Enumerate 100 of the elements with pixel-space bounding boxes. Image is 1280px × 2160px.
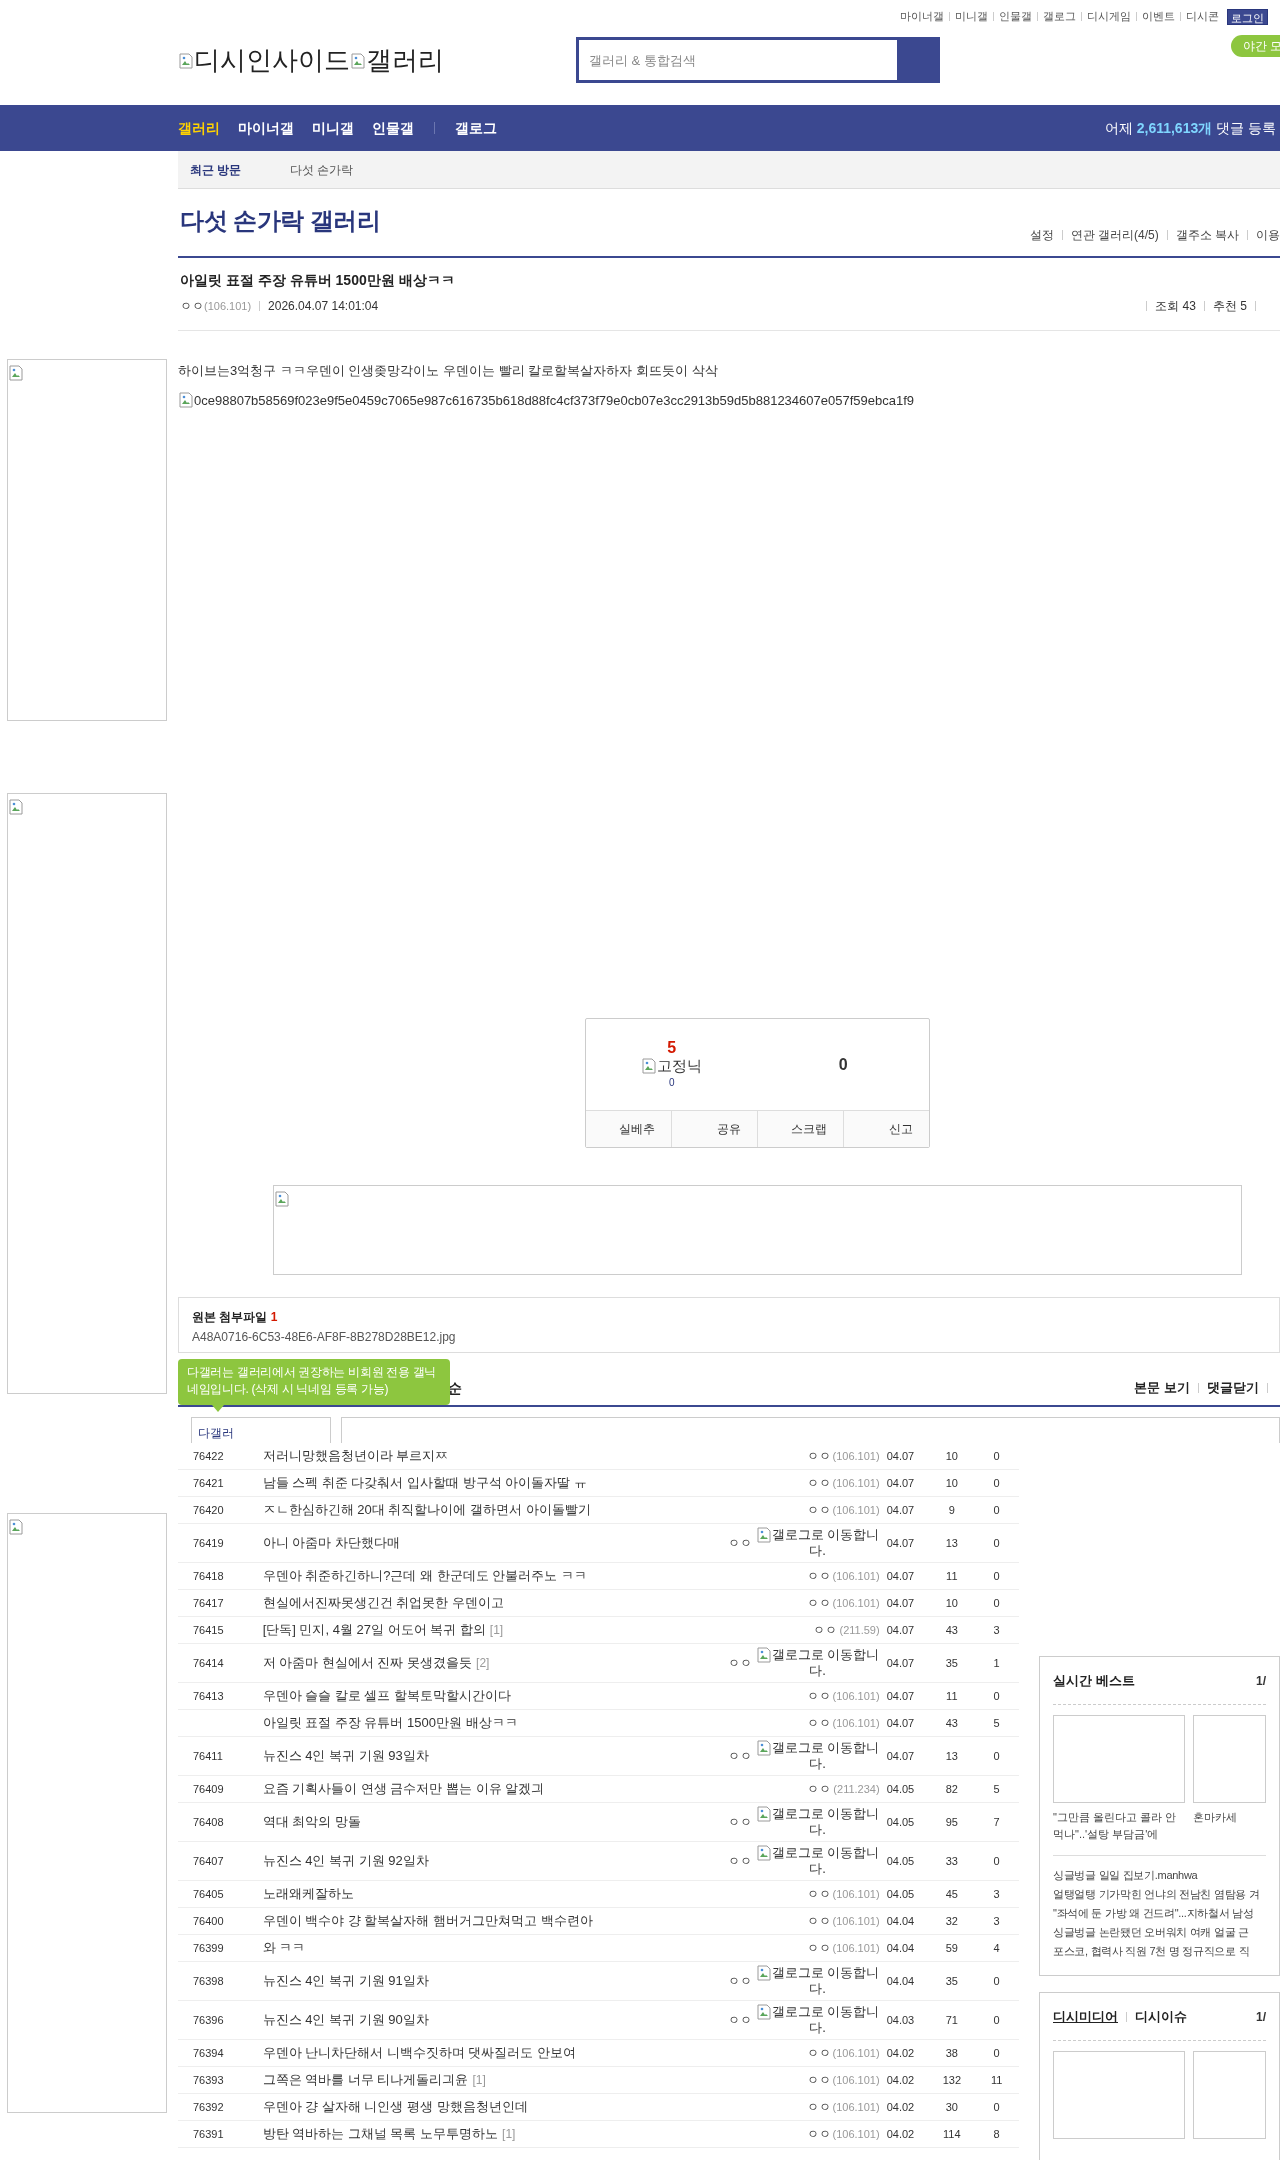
post-title-link[interactable]: 방탄 역바하는 그채널 목록 노무투명하노 [1] (262, 2124, 681, 2144)
panel-tab[interactable]: 디시이슈 (1135, 2006, 1187, 2027)
nav-tab[interactable]: 갤로그 (455, 117, 497, 139)
post-date: 04.04 (885, 1973, 916, 1989)
recommend-count: 5 (992, 1715, 1001, 1731)
post-title-link[interactable]: 노래왜케잘하노 (262, 1884, 681, 1904)
view-count: 13 (944, 1748, 959, 1764)
gallog-link[interactable]: 갤로그로 이동합니다. (755, 1739, 880, 1773)
post-title-link[interactable]: 뉴진스 4인 복귀 기원 91일차 (262, 1971, 681, 1991)
post-title-link[interactable]: 아일릿 표절 주장 유튜버 1500만원 배상ㅋㅋ (262, 1713, 681, 1733)
broken-image-icon (350, 52, 366, 69)
writer-name: ㅇㅇ (806, 2099, 831, 2116)
top-link[interactable]: 갤로그 (1043, 8, 1076, 25)
top-link[interactable]: 디시콘 (1186, 8, 1219, 25)
post-title-link[interactable]: 와 ㅋㅋ (262, 1938, 681, 1958)
post-title-link[interactable]: 우덴아 취준하긴하니?근데 왜 한군데도 안불러주노 ㅋㅋ (262, 1566, 681, 1586)
post-title-link[interactable]: ㅈㄴ한심하긴해 20대 취직할나이에 갤하면서 아이돌빨기 (262, 1500, 681, 1520)
recommend-count: 0 (992, 1568, 1001, 1584)
panel-tab[interactable]: 디시미디어 (1053, 2006, 1118, 2027)
gallog-link[interactable]: 갤로그로 이동합니다. (755, 1964, 880, 1998)
view-count: 11 (945, 1568, 959, 1584)
broken-image-icon (755, 1740, 772, 1757)
gallery-link[interactable]: 갤주소 복사 (1175, 226, 1239, 244)
view-count: 30 (944, 2099, 959, 2115)
post-title-link[interactable]: 우덴아 슬슬 칼로 셀프 할복토막할시간이다 (262, 1686, 681, 1706)
post-title-link[interactable]: 요즘 기획사들이 연생 금수저만 뽑는 이유 알겠긔 (262, 1779, 681, 1799)
recommend-count: 1 (992, 1655, 1001, 1671)
gallery-link[interactable]: 이용 (1256, 226, 1280, 244)
nav-tab[interactable]: 인물갤 (372, 117, 414, 139)
headline-link[interactable]: 싱글벙글 일일 집보기.manhwa (1053, 1866, 1266, 1885)
headline-link[interactable]: 얼탱얼탱 기가막힌 언냐의 전남친 염탐용 겨 (1053, 1885, 1266, 1904)
recommend-count: 0 (992, 1748, 1001, 1764)
gallog-link[interactable]: 갤로그로 이동합니다. (755, 1844, 880, 1878)
broken-image-icon (8, 798, 24, 815)
headline-link[interactable]: "좌석에 둔 가방 왜 건드려"...지하철서 남성 (1053, 1904, 1266, 1923)
gallog-link[interactable]: 갤로그로 이동합니다. (755, 1805, 880, 1839)
headline-link[interactable]: 싱글벙글 논란됐던 오버워치 여캐 얼굴 근 (1053, 1923, 1266, 1942)
gallery-title: 다섯 손가락 갤러리 (179, 205, 381, 236)
top-link[interactable]: 인물갤 (999, 8, 1032, 25)
post-title-link[interactable]: 뉴진스 4인 복귀 기원 93일차 (262, 1746, 681, 1766)
post-title: 아일릿 표절 주장 유튜버 1500만원 배상ㅋㅋ (180, 271, 456, 290)
post-title-link[interactable]: 뉴진스 4인 복귀 기원 92일차 (262, 1851, 681, 1871)
card-caption[interactable]: 혼마카세 (1193, 1809, 1266, 1826)
recommend-action-button[interactable]: 스크랩 (757, 1111, 843, 1147)
gallery-link[interactable]: 설정 (1029, 226, 1054, 244)
gallog-link[interactable]: 갤로그로 이동합니다. (755, 1526, 880, 1560)
recommend-count: 4 (992, 1940, 1001, 1956)
gallog-link[interactable]: 갤로그로 이동합니다. (755, 2003, 880, 2037)
post-number: 76400 (192, 1913, 225, 1929)
post-title-link[interactable]: 역대 최악의 망돌 (262, 1812, 681, 1832)
recommend-action-button[interactable]: 공유 (671, 1111, 757, 1147)
recommend-count: 0 (992, 1973, 1001, 1989)
comment-stats: 어제 2,611,613개 댓글 등록 (1104, 118, 1276, 138)
post-number: 76419 (192, 1535, 225, 1551)
login-button[interactable]: 로그인 (1227, 8, 1268, 25)
gallery-link[interactable]: 연관 갤러리(4/5) (1070, 226, 1159, 244)
post-title-link[interactable]: 우덴아 난니차단해서 니백수짓하며 댓싸질러도 안보여 (262, 2043, 681, 2063)
post-number: 76408 (192, 1814, 225, 1830)
writer-name: ㅇㅇ (727, 1853, 752, 1870)
post-title-link[interactable]: 아니 아줌마 차단했다매 (262, 1533, 681, 1553)
post-title-link[interactable]: 남들 스펙 취준 다갖춰서 입사할때 방구석 아이돌자딸 ㅠ (262, 1473, 681, 1493)
page-indicator: 1/ (1256, 1672, 1266, 1690)
post-date: 04.04 (885, 1940, 916, 1956)
recent-gallery-link[interactable]: 다섯 손가락 (290, 160, 354, 179)
attachment-file-link[interactable]: A48A0716-6C53-48E6-AF8F-8B278D28BE12.jpg (192, 1328, 1266, 1346)
site-logo[interactable]: 디시인사이드 갤러리 (178, 41, 576, 80)
post-number: 76418 (192, 1568, 225, 1584)
post-title-link[interactable]: [단독] 민지, 4월 27일 어도어 복귀 합의 [1] (262, 1620, 681, 1640)
comment-action-link[interactable]: 댓글닫기 (1207, 1378, 1259, 1398)
recent-label: 최근 방문 (190, 161, 243, 179)
top-link[interactable]: 이벤트 (1142, 8, 1175, 25)
nav-tab[interactable]: 갤러리 (178, 117, 220, 139)
recommend-action-button[interactable]: 신고 (843, 1111, 929, 1147)
nav-tab[interactable]: 미니갤 (312, 117, 354, 139)
headline-link[interactable]: 포스코, 협력사 직원 7천 명 정규직으로 직 (1053, 1942, 1266, 1961)
post-number: 76413 (192, 1688, 225, 1704)
view-count: 132 (941, 2072, 962, 2088)
recommend-action-button[interactable]: 실베추 (586, 1111, 671, 1147)
top-link[interactable]: 미니갤 (955, 8, 988, 25)
post-title-link[interactable]: 뉴진스 4인 복귀 기원 90일차 (262, 2010, 681, 2030)
writer-ip: (211.59) (839, 1622, 880, 1638)
post-title-link[interactable]: 그쪽은 역바를 너무 티나게돌리긔윤 [1] (262, 2070, 681, 2090)
post-title-link[interactable]: 우덴이 백수야 걍 할복살자해 햄버거그만쳐먹고 백수련아 (262, 1911, 681, 1931)
post-title-link[interactable]: 저 아줌마 현실에서 진짜 못생겼을듯 [2] (262, 1653, 681, 1673)
upvote-count: 5 (667, 1039, 677, 1057)
recommend-count: 3 (992, 1886, 1001, 1902)
nav-tab[interactable]: 마이너갤 (238, 117, 294, 139)
gallog-link[interactable]: 갤로그로 이동합니다. (755, 1646, 880, 1680)
writer-name: ㅇㅇ (727, 1748, 752, 1765)
card-caption[interactable]: "그만큼 올린다고 콜라 안 먹나"..'설탕 부담금'에 (1053, 1809, 1185, 1843)
top-link[interactable]: 마이너갤 (900, 8, 944, 25)
top-link[interactable]: 디시게임 (1087, 8, 1131, 25)
post-number: 76405 (192, 1886, 225, 1902)
view-count: 10 (944, 1595, 959, 1611)
search-field[interactable]: 갤러리 & 통합검색 (576, 37, 940, 83)
post-title-link[interactable]: 우덴아 걍 살자해 니인생 평생 망했음청년인데 (262, 2097, 681, 2117)
recommend-count: 0 (992, 2012, 1001, 2028)
comment-action-link[interactable]: 본문 보기 (1134, 1378, 1190, 1398)
post-title-link[interactable]: 현실에서진짜못생긴건 취업못한 우덴이고 (262, 1593, 681, 1613)
post-title-link[interactable]: 저러니망했음청년이라 부르지ㅉ (262, 1446, 681, 1466)
